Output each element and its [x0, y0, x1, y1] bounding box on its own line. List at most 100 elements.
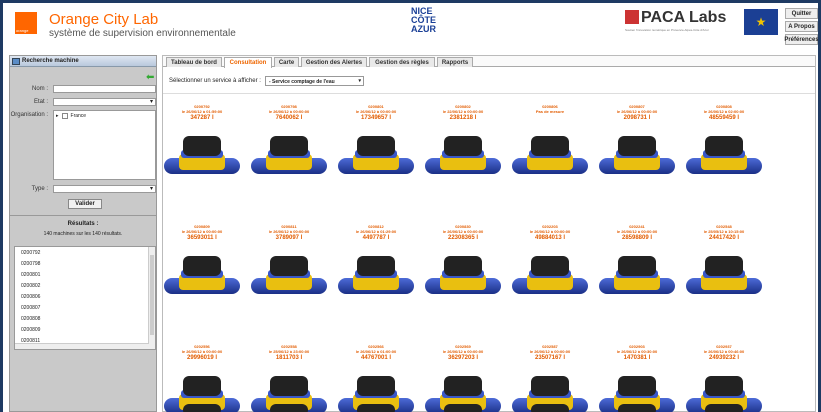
meter-cap	[444, 136, 482, 156]
meter-card[interactable]: 0200809 le 26/06/12 à 00:00:00 36593011 l	[167, 224, 237, 242]
result-item[interactable]: 0200806	[15, 291, 155, 302]
meter-cap	[705, 404, 743, 412]
results-list[interactable]: 0200792 0200798 0200801 0200802 0200806 …	[14, 246, 156, 350]
meter-card[interactable]: 0202556 le 26/06/12 à 00:00:00 29996019 l	[167, 344, 237, 362]
meter-cap	[444, 256, 482, 276]
vertical-scrollbar[interactable]	[148, 247, 155, 349]
water-meter-icon[interactable]	[512, 252, 588, 300]
water-meter-icon[interactable]	[425, 132, 501, 180]
meter-value: 44767001 l	[360, 355, 392, 361]
meter-value: 23507167 l	[534, 355, 566, 361]
meter-card[interactable]: 0200808 le 26/06/12 à 02:00:00 48559459 l	[689, 104, 759, 122]
meter-card[interactable]: 0200807 le 26/06/12 à 00:00:00 2098731 l	[602, 104, 672, 122]
meter-card[interactable]: 0202241 le 26/06/12 à 00:00:00 28598809 l	[602, 224, 672, 242]
service-select-label: Sélectionner un service à afficher :	[169, 78, 261, 84]
tab-rapports[interactable]: Rapports	[437, 57, 473, 67]
meter-card[interactable]: 0202548 le 25/05/12 à 10:15:00 24417420 l	[689, 224, 759, 242]
water-meter-icon[interactable]	[425, 252, 501, 300]
preferences-button[interactable]: Préférences	[784, 34, 818, 45]
water-meter-icon[interactable]	[164, 402, 240, 412]
tab-consultation[interactable]: Consultation	[224, 57, 272, 68]
meter-card[interactable]: 0202566 le 26/06/12 à 01:00:00 44767001 l	[341, 344, 411, 362]
result-item[interactable]: 0200802	[15, 280, 155, 291]
meter-cap	[444, 376, 482, 396]
etat-select[interactable]: ▾	[53, 98, 156, 106]
tab-gestion-alertes[interactable]: Gestion des Alertes	[301, 57, 367, 67]
meter-card[interactable]: 0200802 le 22/06/12 à 00:00:00 2381218 l	[428, 104, 498, 122]
meter-card[interactable]: 0202558 le 25/06/12 à 23:00:00 1811703 l	[254, 344, 324, 362]
result-item[interactable]: 0200809	[15, 324, 155, 335]
meter-card[interactable]: 0200811 le 26/06/12 à 00:00:00 3789097 l	[254, 224, 324, 242]
valider-button[interactable]: Valider	[68, 199, 102, 209]
quit-button[interactable]: Quitter	[785, 8, 818, 19]
water-meter-icon[interactable]	[338, 402, 414, 412]
paca-labs-logo: PACA Labs Soutien l'innovation numérique…	[625, 8, 741, 38]
water-meter-icon[interactable]	[686, 252, 762, 300]
eu-flag-icon: ★	[744, 9, 778, 35]
type-label: Type :	[31, 186, 48, 192]
meter-card[interactable]: 0200792 le 26/06/12 à 01:59:00 347287 l	[167, 104, 237, 122]
meter-card[interactable]: 0202937 le 26/06/12 à 00:46:00 24939232 l	[689, 344, 759, 362]
meter-card[interactable]: 0202903 le 26/06/12 à 00:30:00 1470381 l	[602, 344, 672, 362]
meter-cap	[705, 256, 743, 276]
water-meter-icon[interactable]	[164, 252, 240, 300]
meter-cap	[618, 136, 656, 156]
nom-input[interactable]	[53, 85, 156, 93]
meter-card[interactable]: 0200830 le 26/06/12 à 00:00:00 22308365 l	[428, 224, 498, 242]
meter-card[interactable]: 0200801 le 26/06/12 à 00:00:00 17349657 l	[341, 104, 411, 122]
meter-cap	[531, 256, 569, 276]
meter-value: 3789097 l	[275, 235, 303, 241]
water-meter-icon[interactable]	[512, 132, 588, 180]
about-button[interactable]: A Propos	[785, 21, 818, 32]
result-item[interactable]: 0200807	[15, 302, 155, 313]
water-meter-icon[interactable]	[599, 132, 675, 180]
water-meter-icon[interactable]	[338, 252, 414, 300]
arrow-left-icon[interactable]: ⬅	[146, 73, 156, 83]
expand-icon[interactable]: ▸	[56, 113, 59, 119]
meter-card[interactable]: 0202569 le 26/06/12 à 00:00:00 36297203 l	[428, 344, 498, 362]
meter-cap	[618, 376, 656, 396]
tab-gestion-regles[interactable]: Gestion des règles	[369, 57, 435, 67]
organisation-label: Organisation :	[10, 112, 48, 118]
tab-carte[interactable]: Carte	[274, 57, 299, 67]
meter-card[interactable]: 0202203 le 26/06/12 à 00:00:00 49884013 l	[515, 224, 585, 242]
result-item[interactable]: 0200808	[15, 313, 155, 324]
service-select[interactable]: - Service comptage de l'eau ▾	[265, 76, 364, 86]
result-item[interactable]: 0200792	[15, 247, 155, 258]
water-meter-icon[interactable]	[686, 132, 762, 180]
water-meter-icon[interactable]	[251, 252, 327, 300]
meter-value: 4497787 l	[362, 235, 390, 241]
scroll-thumb[interactable]	[150, 255, 154, 335]
meter-value: 2381218 l	[449, 115, 477, 121]
type-select[interactable]: ▾	[53, 185, 156, 193]
meter-cap	[270, 136, 308, 156]
organisation-tree[interactable]: ▸ France	[53, 110, 156, 180]
water-meter-icon[interactable]	[512, 402, 588, 412]
meter-card[interactable]: 0200806 Pas de mesure	[515, 104, 585, 122]
divider	[10, 215, 156, 216]
water-meter-icon[interactable]	[164, 132, 240, 180]
water-meter-icon[interactable]	[425, 402, 501, 412]
tab-tableau-de-bord[interactable]: Tableau de bord	[166, 57, 222, 67]
result-item[interactable]: 0200798	[15, 258, 155, 269]
meter-card[interactable]: 0202587 le 26/06/12 à 00:00:00 23507167 l	[515, 344, 585, 362]
water-meter-icon[interactable]	[686, 402, 762, 412]
water-meter-icon[interactable]	[599, 402, 675, 412]
org-checkbox[interactable]	[61, 113, 68, 119]
header: orange Orange City Lab système de superv…	[3, 3, 818, 51]
water-meter-icon[interactable]	[251, 132, 327, 180]
water-meter-icon[interactable]	[599, 252, 675, 300]
org-tree-item[interactable]: ▸ France	[56, 113, 153, 119]
meter-card[interactable]: 0200798 le 26/06/12 à 00:00:00 7640062 l	[254, 104, 324, 122]
horizontal-scrollbar[interactable]	[15, 343, 149, 349]
meter-card[interactable]: 0200812 le 26/06/12 à 01:29:00 4497787 l	[341, 224, 411, 242]
water-meter-icon[interactable]	[251, 402, 327, 412]
meter-value	[515, 114, 585, 122]
water-meter-icon[interactable]	[338, 132, 414, 180]
meter-cap	[183, 404, 221, 412]
meter-value: 48559459 l	[708, 115, 740, 121]
service-select-value: - Service comptage de l'eau	[269, 79, 335, 85]
meter-value: 36297203 l	[447, 355, 479, 361]
org-label: France	[70, 113, 87, 119]
result-item[interactable]: 0200801	[15, 269, 155, 280]
